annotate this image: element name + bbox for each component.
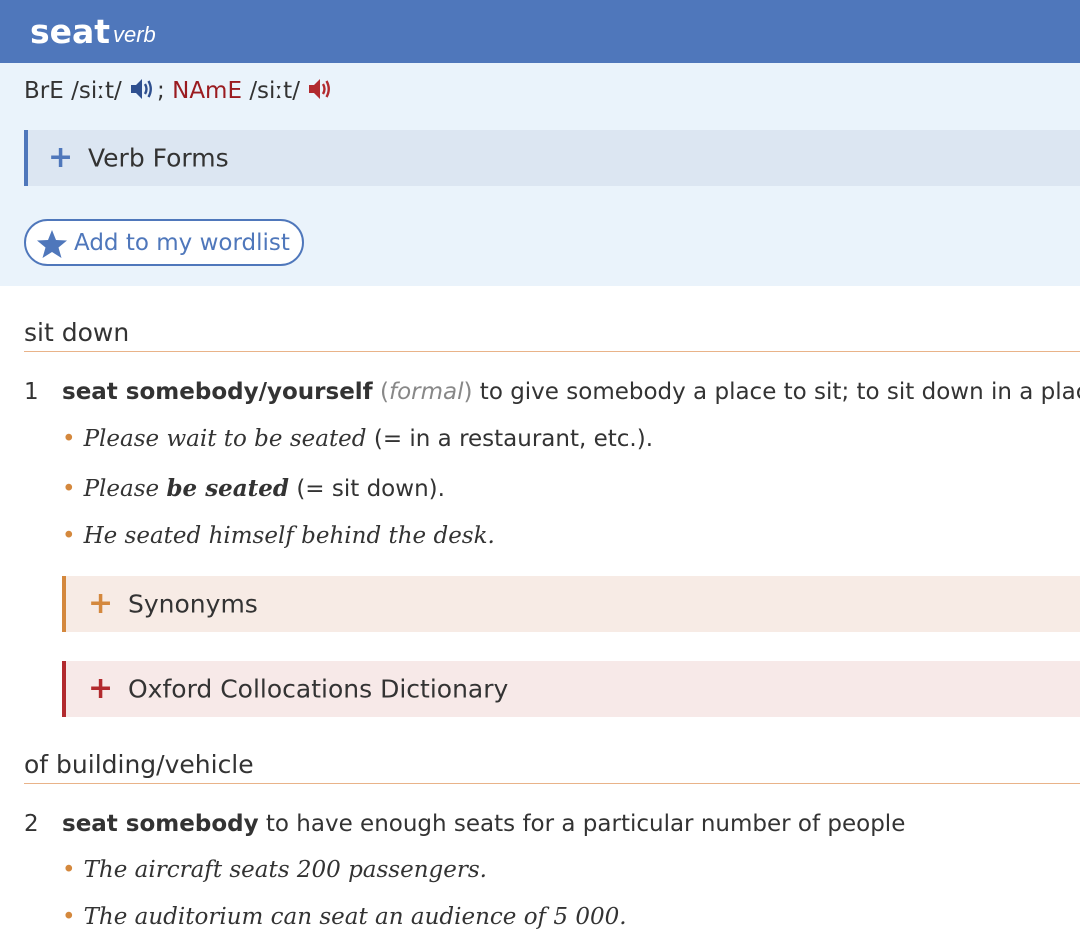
pron-separator: ; — [157, 78, 165, 104]
bre-label: BrE — [24, 78, 64, 104]
headword: seat — [30, 12, 111, 51]
bullet-icon: • — [62, 476, 76, 502]
verb-forms-toggle[interactable]: + Verb Forms — [24, 130, 1080, 186]
example-sentence: • The aircraft seats 200 passengers. — [62, 857, 487, 883]
register-label: (formal) — [380, 379, 473, 405]
bullet-icon: • — [62, 523, 76, 549]
definition-text: to give somebody a place to sit; to sit … — [472, 379, 1080, 405]
verb-forms-label: Verb Forms — [88, 143, 229, 173]
expand-plus-icon: + — [88, 586, 114, 621]
shortcut-heading-building-vehicle: of building/vehicle — [24, 750, 1080, 784]
collocation-pattern: seat somebody/yourself — [62, 379, 373, 405]
definition-text: to have enough seats for a particular nu… — [258, 811, 906, 837]
add-to-wordlist-button[interactable]: Add to my wordlist — [24, 219, 304, 266]
bre-speaker-icon[interactable] — [129, 76, 157, 108]
sense-number: 2 — [24, 811, 39, 837]
name-speaker-icon[interactable] — [307, 76, 335, 108]
shortcut-heading-sit-down: sit down — [24, 318, 1080, 352]
name-label: NAmE — [172, 78, 242, 104]
bullet-icon: • — [62, 857, 76, 883]
example-sentence: • Please be seated (= sit down). — [62, 475, 445, 502]
synonyms-label: Synonyms — [128, 589, 258, 619]
example-sentence: • He seated himself behind the desk. — [62, 523, 495, 549]
name-ipa: /siːt/ — [249, 78, 300, 104]
expand-plus-icon: + — [48, 140, 74, 175]
bullet-icon: • — [62, 426, 76, 452]
sense-definition-line: seat somebody to have enough seats for a… — [62, 811, 905, 837]
star-icon — [37, 230, 67, 258]
synonyms-toggle[interactable]: + Synonyms — [62, 576, 1080, 632]
part-of-speech: verb — [113, 22, 156, 47]
bre-ipa: /siːt/ — [71, 78, 122, 104]
collocation-pattern: seat somebody — [62, 811, 259, 837]
expand-plus-icon: + — [88, 671, 114, 706]
example-sentence: • Please wait to be seated (= in a restau… — [62, 426, 654, 452]
entry-header: seat verb — [0, 0, 1080, 63]
collocations-toggle[interactable]: + Oxford Collocations Dictionary — [62, 661, 1080, 717]
wordlist-button-label: Add to my wordlist — [74, 230, 290, 256]
collocations-label: Oxford Collocations Dictionary — [128, 674, 509, 704]
sense-number: 1 — [24, 379, 39, 405]
example-sentence: • The auditorium can seat an audience of … — [62, 904, 627, 930]
bullet-icon: • — [62, 904, 76, 930]
sense-definition-line: seat somebody/yourself (formal) to give … — [62, 379, 1080, 405]
pronunciation-line: BrE /siːt/ ; NAmE /siːt/ — [24, 76, 335, 108]
